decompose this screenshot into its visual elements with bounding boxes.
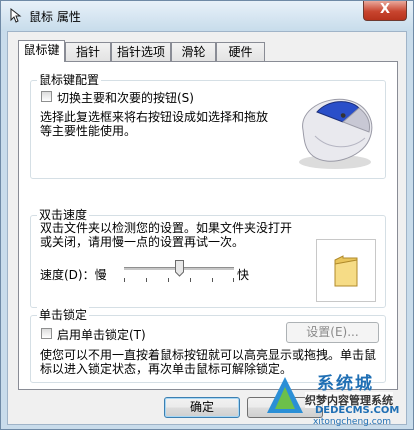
switch-buttons-label[interactable]: 切换主要和次要的按钮(S) [57, 89, 194, 106]
speed-label-slow: 速度(D)：慢 [40, 268, 107, 282]
watermark-triangle-icon [267, 377, 303, 413]
ok-button[interactable]: 确定 [164, 397, 240, 418]
slider-tick [168, 278, 169, 282]
speed-label-fast: 快 [237, 268, 250, 282]
double-click-speed-slider[interactable] [124, 260, 234, 284]
mouse-pointer-icon [10, 7, 22, 23]
mouse-properties-window: 鼠标 属性 X 鼠标键 指针 指针选项 滑轮 硬件 鼠标键配置 切换主要和次要的… [0, 0, 414, 430]
click-lock-settings-button[interactable]: 设置(E)... [286, 322, 379, 343]
tab-pointers[interactable]: 指针 [65, 42, 111, 61]
watermark-line1: 系统城 [317, 374, 374, 394]
watermark-line3: DEDECMS.COM [315, 405, 400, 416]
tab-pointer-options[interactable]: 指针选项 [111, 42, 171, 61]
test-folder-area[interactable] [316, 239, 376, 302]
slider-tick [233, 278, 234, 282]
close-button[interactable]: X [363, 1, 407, 21]
click-lock-title: 单击锁定 [37, 306, 90, 323]
click-lock-label[interactable]: 启用单击锁定(T) [57, 326, 146, 343]
watermark-logo: 系统城 织梦内容管理系统 DEDECMS.COM xitongcheng.com [263, 367, 413, 429]
mouse-illustration-icon [299, 98, 373, 169]
folder-icon [334, 255, 358, 287]
tab-hardware[interactable]: 硬件 [216, 42, 265, 61]
tab-buttons[interactable]: 鼠标键 [18, 40, 65, 62]
watermark-line4: xitongcheng.com [313, 417, 391, 427]
tab-wheel[interactable]: 滑轮 [171, 42, 216, 61]
tab-panel-buttons: 鼠标键配置 切换主要和次要的按钮(S) 选择此复选框来将右按钮设成如选择和拖放等… [18, 61, 398, 390]
title-bar[interactable]: 鼠标 属性 X [1, 1, 413, 31]
click-lock-checkbox[interactable] [41, 328, 52, 339]
slider-tick [146, 278, 147, 282]
dialog-client-area: 鼠标键 指针 指针选项 滑轮 硬件 鼠标键配置 切换主要和次要的按钮(S) 选择… [7, 31, 407, 425]
slider-thumb[interactable] [174, 260, 184, 277]
button-config-title: 鼠标键配置 [37, 71, 102, 88]
button-config-description: 选择此复选框来将右按钮设成如选择和拖放等主要性能使用。 [40, 110, 269, 138]
slider-tick [212, 278, 213, 282]
switch-buttons-checkbox[interactable] [41, 91, 52, 102]
slider-tick [124, 278, 125, 282]
slider-tick [190, 278, 191, 282]
window-title: 鼠标 属性 [29, 10, 81, 24]
double-click-description: 双击文件夹以检测您的设置。如果文件夹没打开或关闭，请用慢一点的设置再试一次。 [40, 221, 293, 249]
